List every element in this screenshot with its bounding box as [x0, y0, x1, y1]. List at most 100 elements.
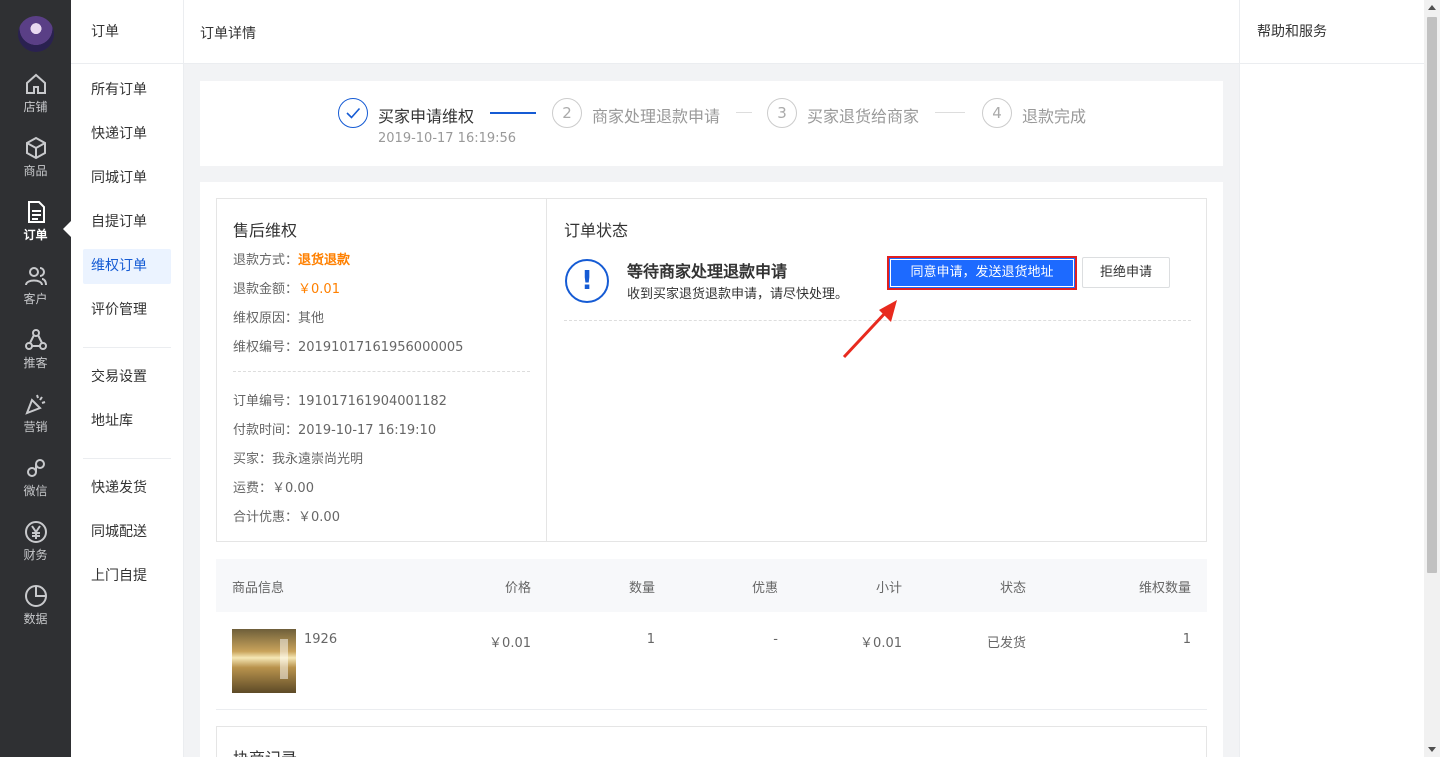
sub-nav-item-express-orders[interactable]: 快递订单 [83, 117, 171, 152]
product-quantity: 1 [646, 632, 655, 647]
link-icon [26, 459, 45, 477]
sub-nav-item-rights-orders[interactable]: 维权订单 [83, 249, 171, 284]
goods-table-header: 商品信息 价格 数量 优惠 小计 状态 维权数量 [216, 559, 1207, 612]
sub-nav-item-door-pickup[interactable]: 上门自提 [83, 559, 171, 594]
buyer: 买家：我永遠崇尚光明 [233, 452, 364, 467]
refund-method: 退款方式：退货退款 [233, 253, 351, 268]
scroll-down-arrow[interactable] [1428, 747, 1436, 752]
sub-nav-item-pickup-orders[interactable]: 自提订单 [83, 205, 171, 240]
document-icon [27, 201, 45, 223]
after-sale-title: 售后维权 [233, 221, 298, 240]
refund-reason: 维权原因：其他 [233, 311, 325, 326]
nav-item-store[interactable]: 店铺 [0, 72, 71, 132]
step-number: 2 [552, 98, 582, 128]
nav-item-orders[interactable]: 订单 [0, 200, 71, 260]
users-icon [24, 267, 47, 286]
nav-item-finance[interactable]: 财务 [0, 520, 71, 580]
step-number: 3 [767, 98, 797, 128]
check-icon [338, 98, 368, 128]
col-refund-quantity: 维权数量 [1138, 581, 1191, 596]
nav-label: 客户 [23, 292, 48, 306]
col-quantity: 数量 [628, 581, 655, 596]
exclamation-icon: ! [565, 259, 609, 303]
step-time: 2019-10-17 16:19:56 [378, 131, 517, 146]
help-title[interactable]: 帮助和服务 [1240, 0, 1424, 64]
sub-nav-item-reviews[interactable]: 评价管理 [83, 293, 171, 328]
nav-item-promoters[interactable]: 推客 [0, 328, 71, 388]
nav-label: 数据 [23, 612, 48, 626]
nav-item-wechat[interactable]: 微信 [0, 456, 71, 516]
cube-icon [25, 136, 46, 160]
help-panel: 帮助和服务 [1239, 0, 1424, 757]
nav-label: 店铺 [23, 100, 48, 114]
sub-nav-item-local-orders[interactable]: 同城订单 [83, 161, 171, 196]
agree-refund-button[interactable]: 同意申请，发送退货地址 [887, 256, 1077, 290]
col-goods-info: 商品信息 [232, 581, 285, 596]
total-discount: 合计优惠：￥0.00 [233, 510, 340, 525]
table-row: 1926 ￥0.01 1 - ￥0.01 已发货 1 [216, 612, 1207, 710]
yen-icon [24, 521, 47, 543]
pay-time: 付款时间：2019-10-17 16:19:10 [233, 423, 437, 438]
reject-refund-button[interactable]: 拒绝申请 [1082, 257, 1170, 288]
sub-nav-item-trade-settings[interactable]: 交易设置 [83, 360, 171, 395]
product-name[interactable]: 1926 [304, 632, 337, 647]
sub-nav-item-address-book[interactable]: 地址库 [83, 404, 171, 439]
share-nodes-icon [24, 329, 47, 350]
after-sale-info: 售后维权 退款方式：退货退款 退款金额：￥0.01 维权原因：其他 维权编号：2… [217, 199, 547, 541]
scrollbar-thumb[interactable] [1427, 17, 1437, 573]
step-connector [935, 112, 965, 113]
case-number: 维权编号：20191017161956000005 [233, 340, 464, 355]
step-connector [736, 112, 752, 113]
step-label: 退款完成 [1022, 107, 1087, 126]
sub-nav: 订单 所有订单 快递订单 同城订单 自提订单 维权订单 评价管理 交易设置 地址… [71, 0, 184, 757]
shipping-fee: 运费：￥0.00 [233, 481, 314, 496]
step-label: 买家退货给商家 [807, 107, 920, 126]
order-status-title: 订单状态 [564, 221, 629, 240]
nav-label: 微信 [23, 484, 48, 498]
main-nav: 店铺 商品 订单 客户 推客 营销 微信 财务 数据 [0, 0, 71, 757]
refund-amount: 退款金额：￥0.01 [233, 282, 340, 297]
avatar[interactable] [18, 16, 54, 52]
divider [233, 371, 530, 372]
step-label: 买家申请维权 [378, 107, 475, 126]
step-label: 商家处理退款申请 [592, 107, 721, 126]
status-title: 等待商家处理退款申请 [627, 262, 788, 281]
active-nav-pointer [63, 221, 71, 237]
sub-nav-item-express-shipping[interactable]: 快递发货 [83, 471, 171, 506]
col-price: 价格 [504, 581, 531, 596]
step-number: 4 [982, 98, 1012, 128]
nav-label: 财务 [23, 548, 48, 562]
product-subtotal: ￥0.01 [860, 636, 902, 651]
divider [83, 347, 171, 348]
divider [83, 458, 171, 459]
page-title: 订单详情 [200, 26, 256, 42]
product-refund-quantity: 1 [1182, 632, 1191, 647]
col-discount: 优惠 [751, 581, 778, 596]
scroll-up-arrow[interactable] [1428, 5, 1436, 10]
negotiation-title: 协商记录 [233, 745, 297, 757]
nav-item-data[interactable]: 数据 [0, 584, 71, 644]
home-icon [25, 73, 46, 94]
col-status: 状态 [999, 581, 1026, 596]
nav-label: 商品 [23, 164, 48, 178]
product-price: ￥0.01 [489, 636, 531, 651]
product-discount: - [773, 632, 778, 647]
sub-nav-item-local-delivery[interactable]: 同城配送 [83, 515, 171, 550]
party-popper-icon [24, 394, 45, 415]
annotation-arrow-icon [842, 300, 897, 359]
sub-nav-item-all-orders[interactable]: 所有订单 [83, 73, 171, 108]
order-number: 订单编号：191017161904001182 [233, 394, 447, 409]
step-connector [490, 112, 536, 114]
page-header: 订单详情 [184, 0, 1239, 64]
scrollbar[interactable] [1424, 0, 1440, 757]
nav-item-marketing[interactable]: 营销 [0, 392, 71, 452]
product-status: 已发货 [986, 636, 1026, 651]
nav-label: 推客 [23, 356, 48, 370]
product-thumbnail[interactable] [232, 629, 296, 693]
negotiation-records: 协商记录 [216, 726, 1207, 757]
nav-item-goods[interactable]: 商品 [0, 136, 71, 196]
col-subtotal: 小计 [875, 581, 902, 596]
status-description: 收到买家退货退款申请，请尽快处理。 [627, 287, 849, 302]
nav-label: 营销 [23, 420, 48, 434]
nav-item-customers[interactable]: 客户 [0, 264, 71, 324]
